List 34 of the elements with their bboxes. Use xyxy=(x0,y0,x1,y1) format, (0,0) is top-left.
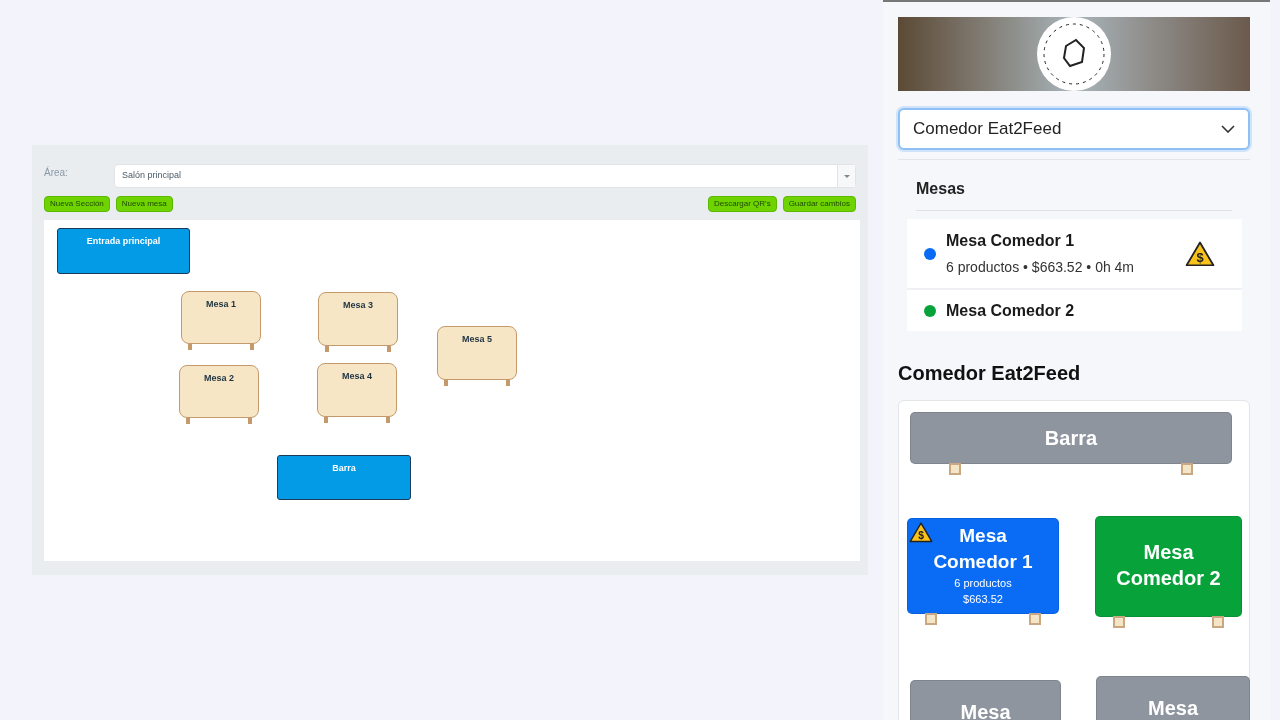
leg-icon xyxy=(1029,613,1041,625)
chevron-down-icon xyxy=(1221,125,1235,133)
table-list-item[interactable]: Mesa Comedor 1 6 productos • $663.52 • 0h 4m $ xyxy=(907,219,1242,288)
dining-room-select[interactable]: Comedor Eat2Feed xyxy=(898,108,1250,150)
dollar-warning-icon: $ xyxy=(909,522,933,543)
logo-icon xyxy=(1036,16,1112,92)
action-button[interactable]: Descargar QR's xyxy=(708,196,777,212)
table-list-item[interactable]: Mesa Comedor 2 xyxy=(907,288,1242,331)
action-button[interactable]: Guardar cambios xyxy=(782,196,856,212)
tile-detail: 6 productos xyxy=(954,576,1012,591)
tile-detail: $663.52 xyxy=(963,592,1003,607)
leg-icon xyxy=(1113,616,1125,628)
leg-icon xyxy=(1212,616,1224,628)
table-tile[interactable]: Mesa Comedor 1 6 productos $663.52 $ xyxy=(907,518,1059,614)
table-details: 6 productos • $663.52 • 0h 4m xyxy=(946,258,1136,277)
area-select-value: Salón principal xyxy=(122,169,182,183)
tables-heading: Mesas xyxy=(916,177,1232,211)
action-button[interactable]: Nueva mesa xyxy=(115,196,173,212)
tile-label: Mesa Comedor 1 xyxy=(933,524,1033,574)
leg-icon xyxy=(925,613,937,625)
leg-icon xyxy=(949,463,961,475)
dollar-warning-icon: $ xyxy=(1185,240,1215,267)
tile-label: Barra xyxy=(1043,426,1099,451)
leg-icon xyxy=(1181,463,1193,475)
table-name: Mesa Comedor 1 xyxy=(946,231,1076,251)
table-name: Mesa Comedor 2 xyxy=(946,300,1076,321)
caret-down-icon xyxy=(837,165,855,187)
layout-title: Comedor Eat2Feed xyxy=(898,361,1082,386)
area-select[interactable]: Salón principal xyxy=(114,164,856,188)
area-label: Área: xyxy=(44,165,69,180)
tile-label: Mesa Comedor 2 xyxy=(1115,540,1222,591)
tile-label: Mesa xyxy=(959,700,1012,720)
action-button[interactable]: Nueva Sección xyxy=(44,196,110,212)
tile-label: Mesa xyxy=(1147,696,1200,720)
